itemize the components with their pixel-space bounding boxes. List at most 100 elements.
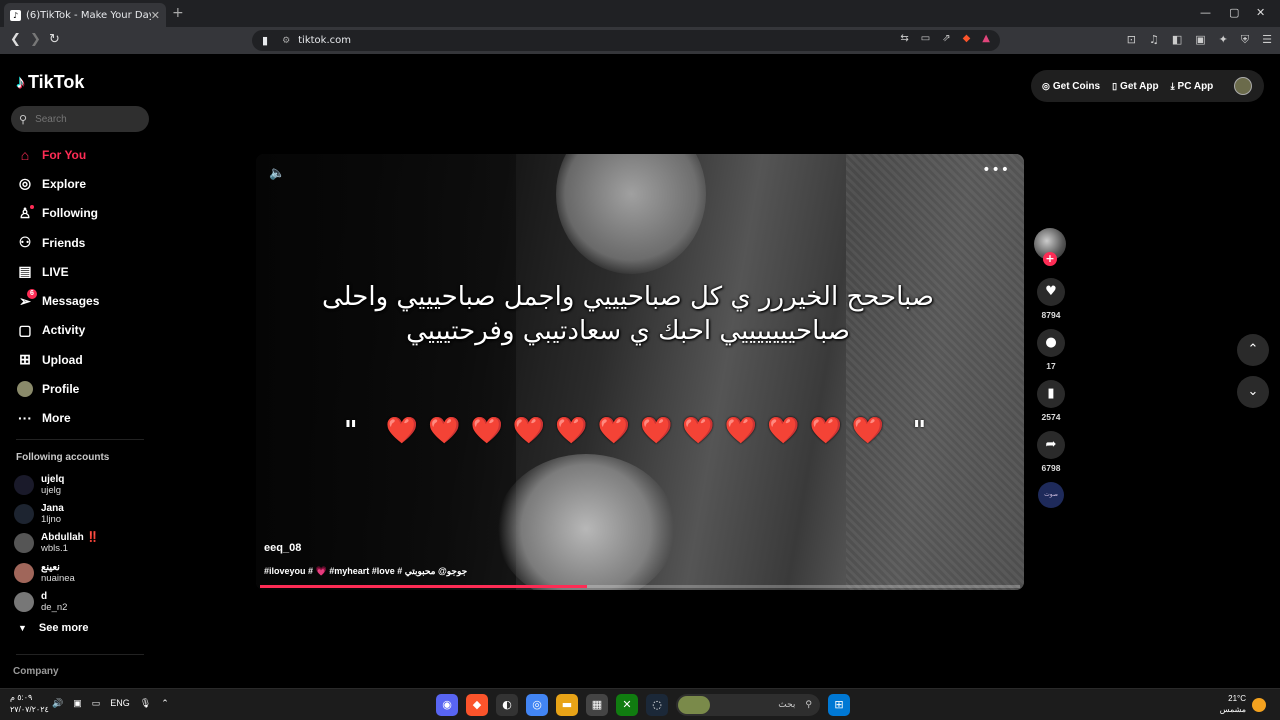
account-item[interactable]: نعينع nuainea <box>14 558 99 587</box>
menu-item-more[interactable]: ··· More <box>16 404 99 433</box>
next-video-button[interactable]: ⌄ <box>1237 376 1269 408</box>
menu-label: Following <box>42 206 98 221</box>
menu-item-upload[interactable]: ⊞ Upload <box>16 345 99 374</box>
follow-plus-icon[interactable]: + <box>1043 252 1057 266</box>
browser-tab[interactable]: ♪ (6)TikTok - Make Your Day ✕ <box>4 3 166 27</box>
music-disc[interactable]: صوت <box>1038 482 1064 508</box>
get-coins-button[interactable]: ◎ Get Coins <box>1042 81 1100 92</box>
reload-icon[interactable]: ↻ <box>49 32 60 47</box>
site-info-icon[interactable]: ⚙ <box>282 36 290 46</box>
save-button[interactable]: ▮ 2574 <box>1034 380 1068 424</box>
menu-item-messages[interactable]: ➢ 6 Messages <box>16 286 99 315</box>
account-item[interactable]: Jana 1ljno <box>14 499 99 528</box>
comment-button[interactable]: ● 17 <box>1034 329 1068 373</box>
avatar <box>14 562 34 583</box>
menu-item-following[interactable]: ♙ Following <box>16 199 99 228</box>
account-display-name: نعينع <box>41 561 60 573</box>
battery-icon[interactable]: ▭ <box>92 698 101 709</box>
menu-item-for-you[interactable]: ⌂ For You <box>16 140 99 169</box>
menu-label: Explore <box>42 176 87 191</box>
brave-shield-icon[interactable]: ◆ <box>963 33 971 44</box>
clock[interactable]: ٥:٠٩ م ٢٧/٠٧/٢٠٢٤ <box>10 692 49 716</box>
account-username: nuainea <box>41 572 75 584</box>
weather-widget[interactable]: 21°C مشمس <box>1220 693 1246 715</box>
previous-video-button[interactable]: ⌃ <box>1237 334 1269 366</box>
get-app-button[interactable]: ▯ Get App <box>1112 81 1158 92</box>
language-indicator[interactable]: ENG <box>110 698 130 709</box>
video-progress-bar[interactable] <box>260 585 1020 588</box>
video-author[interactable]: eeq_08 <box>264 542 301 554</box>
menu-icon[interactable]: ☰ <box>1262 33 1272 47</box>
video-highlight <box>556 154 706 274</box>
menu-label: Friends <box>42 235 86 250</box>
sidebar: ♪ TikTok ⚲ ⌂ For You ◎ Explore ♙ Followi… <box>0 54 160 688</box>
account-item[interactable]: ujelq ujelg <box>14 470 99 499</box>
minimize-button[interactable]: — <box>1200 6 1211 19</box>
forward-icon[interactable]: ❯ <box>30 32 41 47</box>
speaker-icon[interactable]: 🔊 <box>52 698 63 709</box>
bookmark-icon[interactable]: ▮ <box>262 34 268 47</box>
account-item[interactable]: d de_n2 <box>14 587 99 616</box>
avatar <box>14 474 34 495</box>
network-icon[interactable]: ▣ <box>73 698 82 709</box>
new-tab-button[interactable]: + <box>172 5 184 21</box>
taskbar-search[interactable]: بحث ⚲ <box>676 694 820 716</box>
close-window-button[interactable]: ✕ <box>1256 6 1265 19</box>
more-options-icon[interactable]: ••• <box>982 162 1010 178</box>
file-explorer-icon[interactable]: ▬ <box>556 694 578 716</box>
sidebar-toggle-icon[interactable]: ◧ <box>1172 33 1182 47</box>
address-bar[interactable]: ▮ ⚙ tiktok.com ⇆ ▭ ⇗ ◆ ▲ <box>252 30 1000 51</box>
windows-start-icon[interactable]: ⊞ <box>828 694 850 716</box>
menu-item-friends[interactable]: ⚇ Friends <box>16 228 99 257</box>
company-link[interactable]: Company <box>13 666 59 677</box>
steam-icon[interactable]: ◌ <box>646 694 668 716</box>
leo-icon[interactable]: ✦ <box>1219 33 1228 47</box>
cast-icon[interactable]: ▭ <box>921 33 930 44</box>
see-more-button[interactable]: ▼ See more <box>18 622 88 634</box>
creator-avatar[interactable]: + <box>1034 228 1066 266</box>
music-icon[interactable]: ♫ <box>1149 33 1159 47</box>
volume-icon[interactable]: 🔈 <box>269 166 285 181</box>
home-icon: ⌂ <box>20 146 30 163</box>
account-username: wbls.1 <box>41 543 68 555</box>
store-icon[interactable]: ▦ <box>586 694 608 716</box>
video-caption[interactable]: #iloveyou # 💗 #myheart #love # جوجو@ محب… <box>264 566 467 577</box>
menu-item-live[interactable]: ▤ LIVE <box>16 257 99 286</box>
rewards-icon[interactable]: ▲ <box>982 33 990 44</box>
screenshot-icon[interactable]: ⊡ <box>1127 33 1136 47</box>
vpn-icon[interactable]: ⛨ <box>1241 33 1249 47</box>
xbox-icon[interactable]: ✕ <box>616 694 638 716</box>
brave-icon[interactable]: ◆ <box>466 694 488 716</box>
account-username: 1ljno <box>41 513 62 525</box>
account-item[interactable]: Abdullah ‼️ wbls.1 <box>14 529 99 558</box>
back-icon[interactable]: ❮ <box>10 32 21 47</box>
search-input[interactable] <box>35 113 136 125</box>
menu-item-explore[interactable]: ◎ Explore <box>16 169 99 198</box>
chrome-icon[interactable]: ◎ <box>526 694 548 716</box>
video-player[interactable]: 🔈 ••• صباححح الخيررر ي كل صباحيييي واجمل… <box>256 154 1024 590</box>
tray-expand-icon[interactable]: ⌃ <box>161 698 169 709</box>
translate-icon[interactable]: ⇆ <box>900 33 908 44</box>
obs-icon[interactable]: ◐ <box>496 694 518 716</box>
menu-label: LIVE <box>42 264 69 279</box>
avatar <box>14 503 34 524</box>
menu-item-profile[interactable]: Profile <box>16 374 99 403</box>
search-box[interactable]: ⚲ <box>11 106 149 132</box>
video-fabric <box>846 154 1024 590</box>
share-button[interactable]: ➦ 6798 <box>1034 431 1068 475</box>
discord-icon[interactable]: ◉ <box>436 694 458 716</box>
wallet-icon[interactable]: ▣ <box>1195 33 1205 47</box>
menu-item-activity[interactable]: ▢ Activity <box>16 316 99 345</box>
like-button[interactable]: ♥ 8794 <box>1034 278 1068 322</box>
tiktok-logo[interactable]: ♪ TikTok <box>16 72 84 93</box>
video-shadow <box>256 154 516 590</box>
top-actions: ◎ Get Coins ▯ Get App ⤓ PC App <box>1031 70 1264 102</box>
tab-close-icon[interactable]: ✕ <box>151 9 160 22</box>
quote-mark: " <box>344 416 368 446</box>
user-avatar[interactable] <box>1234 77 1252 95</box>
mic-icon[interactable]: 🎙 <box>140 698 151 709</box>
pc-app-button[interactable]: ⤓ PC App <box>1171 81 1214 92</box>
maximize-button[interactable]: ▢ <box>1229 6 1239 19</box>
save-count: 2574 <box>1041 412 1061 422</box>
share-icon[interactable]: ⇗ <box>942 33 950 44</box>
